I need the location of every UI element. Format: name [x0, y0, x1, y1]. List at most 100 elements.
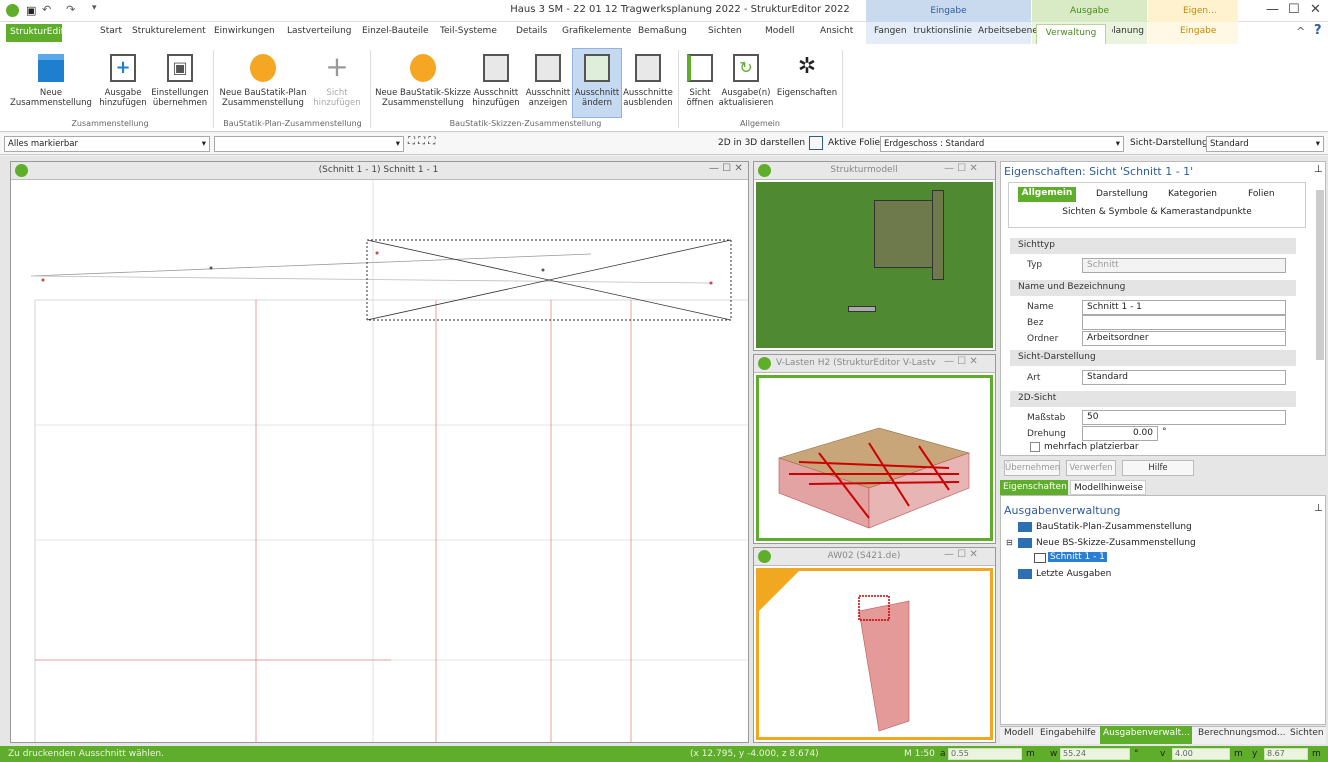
tree-item-section[interactable]: Schnitt 1 - 1 [1048, 552, 1107, 562]
wall-view-canvas[interactable] [756, 568, 993, 740]
name-field[interactable]: Schnitt 1 - 1 [1082, 300, 1286, 315]
show-2d-in-3d-toggle[interactable]: 2D in 3D darstellen [718, 138, 805, 148]
collapse-icon[interactable]: ⊟ [1006, 538, 1013, 547]
quick-access-dropdown-icon[interactable]: ▾ [92, 3, 97, 13]
structure-model-canvas[interactable] [756, 182, 993, 348]
minimize-icon[interactable]: — [1266, 2, 1279, 17]
edit-section-button[interactable]: Ausschnitt ändern [572, 48, 622, 118]
tab-einwirkungen[interactable]: Einwirkungen [214, 26, 275, 36]
tab-eigenschaften[interactable]: Eigenschaften [1000, 480, 1068, 495]
tree-item-plan[interactable]: BauStatik-Plan-Zusammenstellung [1036, 522, 1192, 532]
collapse-ribbon-icon[interactable]: ^ [1296, 25, 1305, 38]
active-layer-select[interactable]: Erdgeschoss : Standard ▾ [880, 136, 1124, 152]
tab-ausgabenverwaltung[interactable]: Ausgabenverwalt... [1100, 726, 1192, 744]
add-output-button[interactable]: + Ausgabe hinzufügen [98, 54, 148, 108]
help-button[interactable]: Hilfe [1122, 460, 1194, 476]
properties-scrollbar[interactable] [1316, 190, 1324, 360]
tab-allgemein[interactable]: Allgemein [1018, 187, 1076, 202]
pin-icon[interactable]: ⊥ [1314, 164, 1323, 175]
discard-button[interactable]: Verwerfen [1066, 460, 1116, 476]
tab-fangen[interactable]: Fangen [874, 26, 907, 36]
load-view-canvas[interactable] [756, 375, 993, 541]
section-darstellung[interactable]: Sicht-Darstellung [1010, 350, 1296, 366]
tab-teil-systeme[interactable]: Teil-Systeme [440, 26, 497, 36]
view-window-controls[interactable]: — ☐ ✕ [709, 163, 743, 174]
save-icon[interactable]: ▣ [26, 4, 36, 17]
tab-modell-panel[interactable]: Modell [1004, 728, 1034, 738]
help-icon[interactable]: ? [1314, 23, 1322, 38]
view-display-select[interactable]: Standard ▾ [1206, 136, 1324, 152]
layer-icon[interactable] [809, 136, 823, 150]
tab-darstellung[interactable]: Darstellung [1096, 189, 1148, 199]
new-compilation-button[interactable]: Neue Zusammenstellung [10, 54, 92, 108]
v-field[interactable]: 4.00 [1172, 748, 1230, 760]
tab-start[interactable]: Start [100, 26, 122, 36]
tree-item-sketch[interactable]: Neue BS-Skizze-Zusammenstellung [1036, 538, 1196, 548]
open-view-button[interactable]: Sicht öffnen [680, 54, 720, 108]
new-baustatik-plan-button[interactable]: Neue BauStatik-Plan Zusammenstellung [218, 54, 308, 108]
view-window-controls[interactable]: — ☐ ✕ [944, 356, 978, 367]
tab-eingabehilfe[interactable]: Eingabehilfe [1040, 728, 1096, 738]
apply-settings-button[interactable]: ▣ Einstellungen übernehmen [150, 54, 210, 108]
tab-subtitle[interactable]: Sichten & Symbole & Kamerastandpunkte [1008, 207, 1306, 217]
ordner-field[interactable]: Arbeitsordner [1082, 331, 1286, 346]
selection-filter-select[interactable]: Alles markierbar ▾ [4, 136, 210, 152]
tab-berechnungsmodell[interactable]: Berechnungsmod... [1198, 728, 1286, 738]
main-view-window[interactable]: (Schnitt 1 - 1) Schnitt 1 - 1 — ☐ ✕ [10, 161, 749, 743]
tab-sichten-panel[interactable]: Sichten [1290, 728, 1324, 738]
y-field[interactable]: 8.67 [1264, 748, 1308, 760]
properties-button[interactable]: ✲ Eigenschaften [774, 54, 840, 98]
show-section-button[interactable]: Ausschnitt anzeigen [522, 54, 574, 108]
add-view-button[interactable]: + Sicht hinzufügen [312, 53, 362, 109]
model-block [932, 190, 944, 280]
tab-bemassung[interactable]: Bemaßung [638, 26, 687, 36]
tab-strukturEditor[interactable]: StrukturEditor [6, 24, 73, 42]
label: Zusammenstellung [10, 98, 92, 108]
apply-button[interactable]: Übernehmen [1004, 460, 1060, 476]
tab-einzel-bauteile[interactable]: Einzel-Bauteile [362, 26, 429, 36]
drawing-canvas[interactable] [11, 180, 748, 742]
tab-modellhinweise[interactable]: Modellhinweise [1070, 480, 1146, 495]
tab-kategorien[interactable]: Kategorien [1168, 189, 1217, 199]
tree-item-recent[interactable]: Letzte Ausgaben [1036, 569, 1111, 579]
a-field[interactable]: 0.55 [948, 748, 1022, 760]
tab-details[interactable]: Details [516, 26, 547, 36]
tab-grafikelemente[interactable]: Grafikelemente [562, 26, 631, 36]
search-select[interactable]: ▾ [214, 136, 404, 152]
w-field[interactable]: 55.24 [1060, 748, 1130, 760]
structure-model-window[interactable]: Strukturmodell — ☐ ✕ [753, 161, 996, 351]
bez-field[interactable] [1082, 315, 1286, 330]
drehung-field[interactable]: 0.00 [1082, 426, 1158, 441]
tab-verwaltung[interactable]: Verwaltung [1036, 24, 1106, 44]
tab-strukturelemente[interactable]: Strukturelemente [132, 26, 206, 36]
art-select[interactable]: Standard [1082, 370, 1286, 385]
tab-sichten[interactable]: Sichten [708, 26, 742, 36]
tab-arbeitsebene[interactable]: Arbeitsebene [978, 26, 1038, 36]
binoculars-icon[interactable]: ⛶ ⛶ ⛶ [408, 136, 435, 147]
multi-place-checkbox[interactable] [1030, 442, 1040, 452]
section-2d[interactable]: 2D-Sicht [1010, 391, 1296, 407]
update-outputs-button[interactable]: ↻ Ausgabe(n) aktualisieren [718, 54, 774, 108]
close-icon[interactable]: ✕ [1310, 2, 1321, 17]
wall-view-window[interactable]: AW02 (S421.de) — ☐ ✕ [753, 547, 996, 743]
tab-lastverteilung[interactable]: Lastverteilung [287, 26, 352, 36]
load-view-window[interactable]: V-Lasten H2 (StrukturEditor V-Lastv... —… [753, 354, 996, 544]
tab-modell[interactable]: Modell [765, 26, 795, 36]
redo-icon[interactable]: ↷ [66, 3, 75, 16]
tab-folien[interactable]: Folien [1248, 189, 1275, 199]
massstab-select[interactable]: 50 [1082, 410, 1286, 425]
section-name[interactable]: Name und Bezeichnung [1010, 280, 1296, 296]
new-baustatik-sketch-button[interactable]: Neue BauStatik-Skizze Zusammenstellung [373, 54, 473, 108]
maximize-icon[interactable]: ☐ [1288, 2, 1300, 17]
undo-icon[interactable]: ↶ [42, 3, 51, 16]
hide-sections-button[interactable]: Ausschnitte ausblenden [622, 54, 674, 108]
view-window-controls[interactable]: — ☐ ✕ [944, 163, 978, 174]
section-sichttyp[interactable]: Sichttyp [1010, 238, 1296, 254]
tab-tragwerksplanung[interactable]: Tragwerksplanung [1112, 26, 1144, 36]
tab-eingabe[interactable]: Eingabe [1180, 26, 1216, 36]
add-section-button[interactable]: Ausschnitt hinzufügen [470, 54, 522, 108]
tab-konstruktionslinie[interactable]: Konstruktionslinie [914, 26, 972, 36]
pin-icon[interactable]: ⊥ [1314, 503, 1323, 514]
tab-ansicht[interactable]: Ansicht [820, 26, 853, 36]
view-window-controls[interactable]: — ☐ ✕ [944, 549, 978, 560]
